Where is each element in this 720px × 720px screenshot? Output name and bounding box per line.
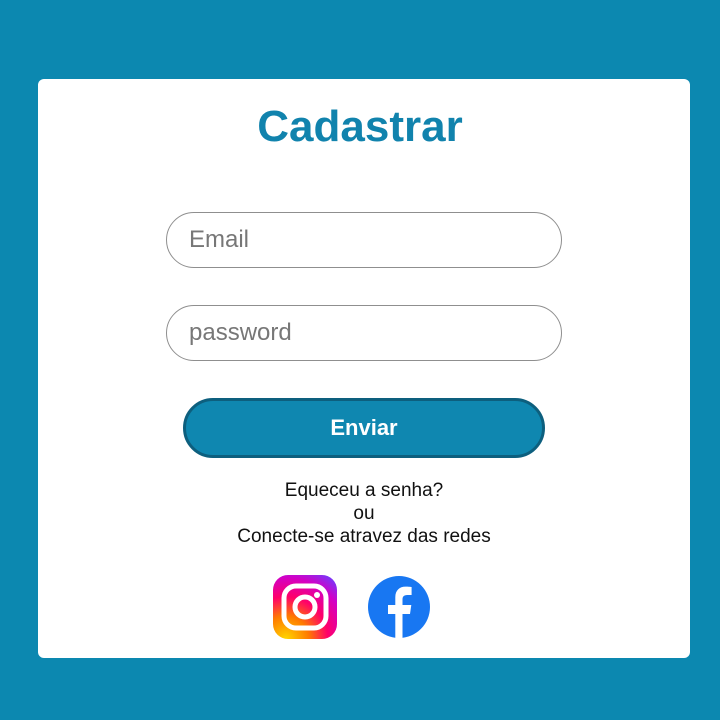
signup-card <box>38 79 690 658</box>
password-field[interactable] <box>166 305 562 361</box>
page-title: Cadastrar <box>257 102 463 151</box>
auth-links: Equeceu a senha? ou Conecte-se atravez d… <box>0 479 720 548</box>
instagram-icon[interactable] <box>272 574 338 640</box>
email-field[interactable] <box>166 212 562 268</box>
submit-button[interactable]: Enviar <box>183 398 545 458</box>
or-separator: ou <box>353 503 375 524</box>
forgot-password-link[interactable]: Equeceu a senha? <box>0 479 720 502</box>
social-connect-text: Conecte-se atravez das redes <box>237 526 491 547</box>
facebook-icon[interactable] <box>366 574 432 640</box>
